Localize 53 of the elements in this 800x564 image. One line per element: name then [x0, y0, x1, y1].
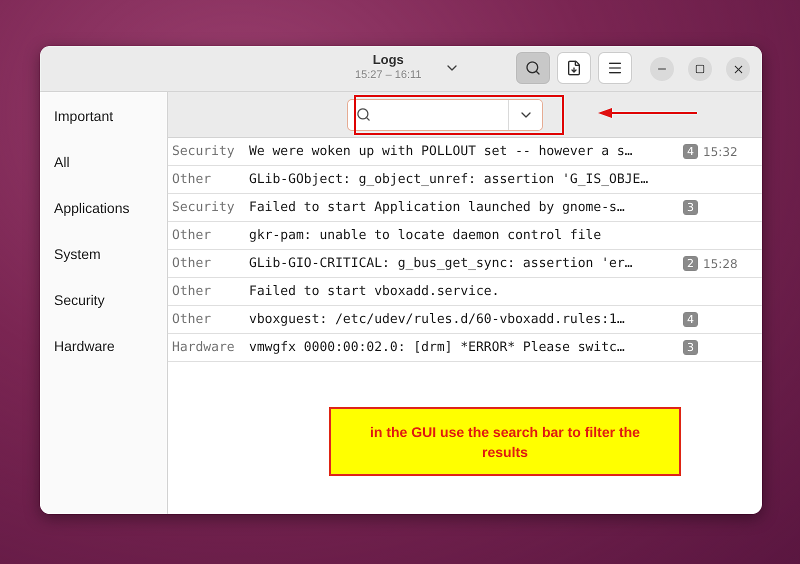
log-category: Other: [172, 228, 212, 243]
sidebar-item[interactable]: System: [40, 242, 167, 288]
log-row[interactable]: Hardware vmwgfx 0000:00:02.0: [drm] *ERROR* Please switc… 3: [168, 334, 762, 362]
arrow-icon: [598, 107, 698, 119]
download-icon: [566, 60, 582, 76]
log-category: Other: [172, 256, 212, 271]
annotation-note: in the GUI use the search bar to filter the results: [329, 407, 681, 476]
log-row[interactable]: Other gkr-pam: unable to locate daemon control file: [168, 222, 762, 250]
log-message: GLib-GIO-CRITICAL: g_bus_get_sync: assertion 'er…: [249, 256, 634, 271]
log-category: Security: [172, 144, 236, 159]
sidebar-item[interactable]: All: [40, 150, 167, 196]
export-button[interactable]: [557, 52, 591, 84]
maximize-button[interactable]: [688, 57, 712, 81]
time-range: 15:27 – 16:11: [355, 69, 422, 81]
log-category: Other: [172, 172, 212, 187]
maximize-icon: [695, 64, 705, 74]
log-category: Hardware: [172, 340, 236, 355]
log-message: gkr-pam: unable to locate daemon control file: [249, 228, 602, 243]
search-field[interactable]: [347, 98, 543, 130]
menu-icon: [607, 60, 623, 76]
log-message: vboxguest: /etc/udev/rules.d/60-vboxadd.rules:1…: [249, 312, 626, 327]
count-badge: 4: [683, 144, 698, 159]
log-category: Other: [172, 284, 212, 299]
search-button[interactable]: [516, 52, 550, 84]
log-time: 15:32: [703, 144, 738, 158]
close-icon: [732, 62, 744, 76]
window-title: Logs: [372, 52, 404, 67]
log-row[interactable]: Other Failed to start vboxadd.service.: [168, 278, 762, 306]
log-row[interactable]: Security We were woken up with POLLOUT set -- however a s… 4 15:32: [168, 138, 762, 166]
count-badge: 4: [683, 312, 698, 327]
menu-button[interactable]: [598, 52, 632, 84]
sidebar-item[interactable]: Applications: [40, 196, 167, 242]
log-message: GLib-GObject: g_object_unref: assertion 'G_IS_OBJE…: [249, 172, 650, 187]
count-badge: 2: [683, 256, 698, 271]
count-badge: 3: [683, 200, 698, 215]
log-row[interactable]: Other GLib-GIO-CRITICAL: g_bus_get_sync: assertion 'er… 2 15:28: [168, 250, 762, 278]
log-message: vmwgfx 0000:00:02.0: [drm] *ERROR* Please switc…: [249, 340, 626, 355]
log-message: Failed to start Application launched by gnome-s…: [249, 200, 626, 215]
log-message: Failed to start vboxadd.service.: [249, 284, 500, 299]
sidebar-item[interactable]: Important: [40, 104, 167, 150]
log-row[interactable]: Other GLib-GObject: g_object_unref: assertion 'G_IS_OBJE…: [168, 166, 762, 194]
log-category: Other: [172, 312, 212, 327]
log-time: 15:28: [703, 256, 738, 270]
count-badge: 3: [683, 340, 698, 355]
sidebar-item[interactable]: Hardware: [40, 334, 167, 380]
close-button[interactable]: [726, 57, 750, 81]
sidebar-item[interactable]: Security: [40, 288, 167, 334]
log-row[interactable]: Other vboxguest: /etc/udev/rules.d/60-vboxadd.rules:1… 4: [168, 306, 762, 334]
search-icon: [525, 60, 541, 76]
search-icon: [356, 107, 371, 122]
log-category: Security: [172, 200, 236, 215]
log-message: We were woken up with POLLOUT set -- however a s…: [249, 144, 634, 159]
log-row[interactable]: Security Failed to start Application launched by gnome-s… 3: [168, 194, 762, 222]
